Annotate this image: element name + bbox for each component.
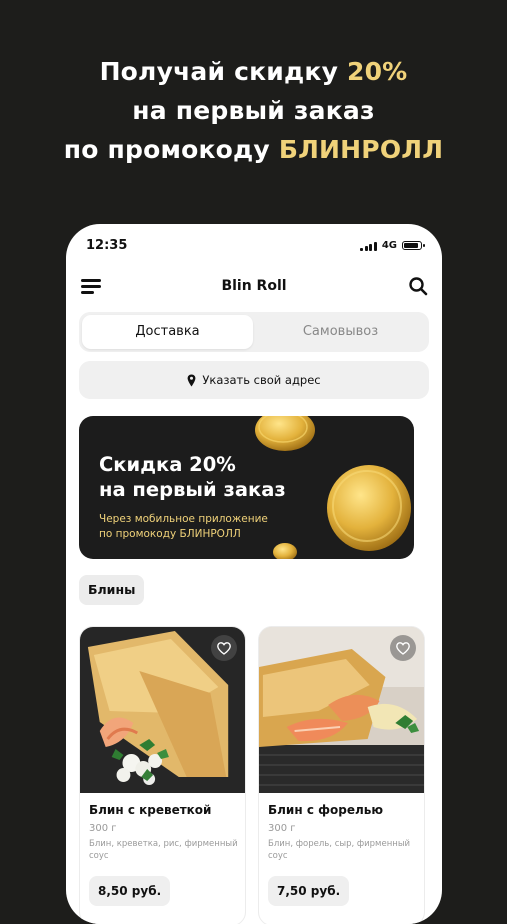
product-name: Блин с креветкой <box>89 803 212 817</box>
set-address-button[interactable]: Указать свой адрес <box>79 361 429 399</box>
product-price-button[interactable]: 8,50 руб. <box>89 876 171 906</box>
product-card-shrimp[interactable]: Блин с креветкой 300 г Блин, креветка, р… <box>79 626 246 924</box>
status-bar: 12:35 4G <box>66 224 442 270</box>
delivery-option[interactable]: Доставка <box>82 315 253 349</box>
discount-accent: 20% <box>346 57 408 86</box>
promo-line-3: по промокоду БЛИНРОЛЛ <box>63 135 444 164</box>
promo-banner[interactable]: Скидка 20% на первый заказ Через мобильн… <box>79 416 414 559</box>
promocode-accent: БЛИНРОЛЛ <box>278 135 444 164</box>
battery-icon <box>402 241 425 250</box>
set-address-label: Указать свой адрес <box>202 373 321 387</box>
signal-icon <box>360 241 377 251</box>
app-title: Blin Roll <box>221 278 287 294</box>
app-header: Blin Roll <box>66 272 442 302</box>
product-price-button[interactable]: 7,50 руб. <box>268 876 350 906</box>
category-chip-blini[interactable]: Блины <box>79 575 145 605</box>
promo-headline: Получай скидку 20% на первый заказ по пр… <box>0 52 507 169</box>
status-time: 12:35 <box>86 238 128 253</box>
product-weight: 300 г <box>268 823 296 834</box>
pickup-option[interactable]: Самовывоз <box>255 315 426 349</box>
promo-line-2: на первый заказ <box>132 96 375 125</box>
delivery-mode-toggle: Доставка Самовывоз <box>79 312 429 352</box>
banner-subtitle: Через мобильное приложение по промокоду … <box>99 513 268 540</box>
banner-title: Скидка 20% на первый заказ <box>99 453 286 501</box>
location-pin-icon <box>187 374 196 386</box>
promo-line-1: Получай скидку 20% <box>99 57 408 86</box>
network-type: 4G <box>381 240 397 251</box>
status-indicators: 4G <box>360 240 425 251</box>
product-name: Блин с форелью <box>268 803 384 817</box>
favorite-heart-icon[interactable] <box>390 635 416 661</box>
phone-screen: 12:35 4G Blin Roll Доставка Самовывоз Ук… <box>66 224 442 924</box>
product-weight: 300 г <box>89 823 117 834</box>
favorite-heart-icon[interactable] <box>211 635 237 661</box>
product-card-trout[interactable]: Блин с форелью 300 г Блин, форель, сыр, … <box>258 626 425 924</box>
product-description: Блин, форель, сыр, фирменный соус <box>268 839 411 861</box>
product-description: Блин, креветка, рис, фирменный соус <box>89 839 238 861</box>
search-icon[interactable] <box>408 276 428 296</box>
